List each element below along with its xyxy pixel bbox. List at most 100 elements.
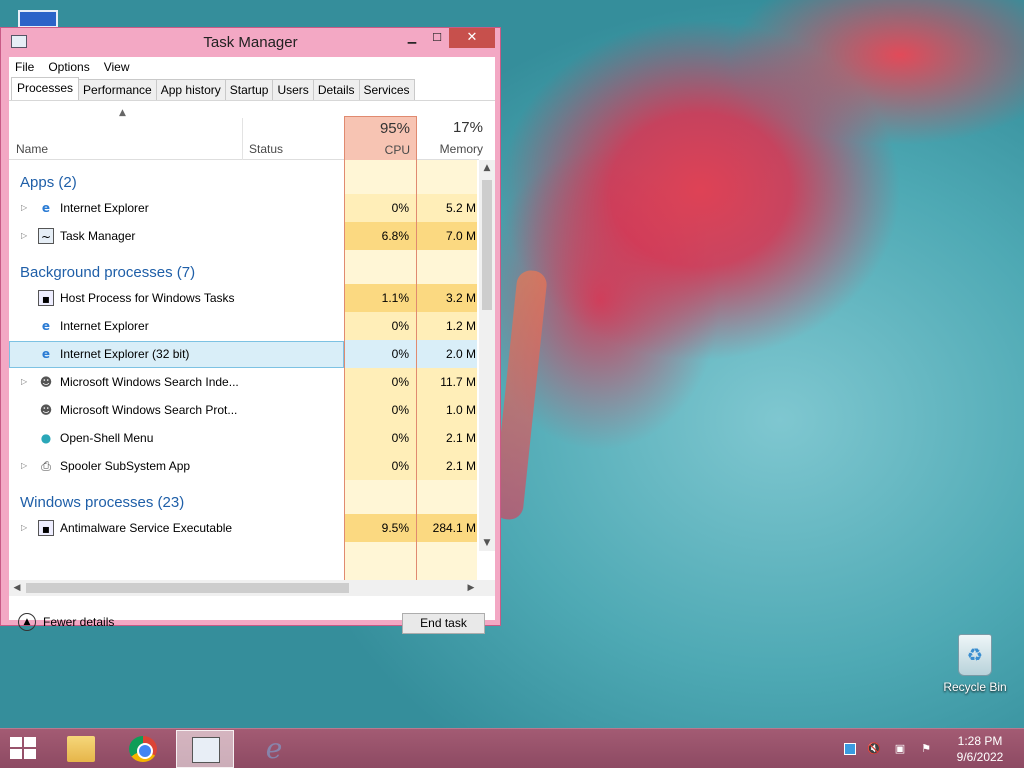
window-icon: ▪: [38, 520, 54, 536]
maximize-button[interactable]: ☐: [423, 28, 451, 48]
task-manager-window: Task Manager ▁ ☐ ✕ File Options View Pro…: [0, 27, 501, 634]
vertical-scrollbar[interactable]: ▲ ▼: [479, 160, 495, 551]
tab-users[interactable]: Users: [272, 79, 314, 100]
start-button[interactable]: [10, 737, 38, 761]
column-status[interactable]: Status: [249, 142, 283, 156]
process-name: Internet Explorer: [60, 201, 149, 215]
group-header-apps[interactable]: Apps (2): [9, 160, 479, 194]
process-cpu: 0%: [344, 312, 417, 340]
table-row[interactable]: ☻ Microsoft Windows Search Prot... 0% 1.…: [9, 396, 479, 424]
column-name[interactable]: Name: [16, 142, 48, 156]
taskbar: e 🔇 ▣ ⚑ 1:28 PM 9/6/2022: [0, 728, 1024, 768]
recycle-bin-desktop-icon[interactable]: Recycle Bin: [940, 630, 1010, 700]
process-grid: ▲ Name Status 95% CPU 17% Memory Apps (2…: [9, 104, 495, 580]
scroll-up-icon[interactable]: ▲: [479, 160, 495, 176]
process-name: Antimalware Service Executable: [60, 521, 233, 535]
menu-view[interactable]: View: [104, 60, 130, 74]
process-memory: 2.0 M: [417, 340, 477, 368]
user-icon: ☻: [39, 375, 53, 389]
expand-icon[interactable]: ▷: [21, 461, 27, 470]
process-cpu: 1.1%: [344, 284, 417, 312]
vertical-scroll-thumb[interactable]: [482, 180, 492, 310]
process-cpu: 0%: [344, 396, 417, 424]
ie-icon: e: [41, 347, 51, 361]
title-bar[interactable]: Task Manager ▁ ☐ ✕: [1, 28, 500, 56]
table-row[interactable]: ▷ ⎙ Spooler SubSystem App 0% 2.1 M: [9, 452, 479, 480]
network-icon[interactable]: ▣: [892, 741, 908, 757]
expand-icon[interactable]: ▷: [21, 231, 27, 240]
close-button[interactable]: ✕: [449, 28, 495, 48]
clock-date: 9/6/2022: [956, 750, 1004, 764]
menu-file[interactable]: File: [15, 60, 34, 74]
process-memory: 2.1 M: [417, 424, 477, 452]
cpu-total-percent: 95%: [379, 120, 410, 137]
expand-icon[interactable]: ▷: [21, 377, 27, 386]
tab-startup[interactable]: Startup: [224, 79, 274, 100]
process-memory: 1.2 M: [417, 312, 477, 340]
table-row[interactable]: ▷ e Internet Explorer 0% 5.2 M: [9, 194, 479, 222]
taskbar-file-explorer[interactable]: [52, 730, 110, 768]
tab-bar: Processes Performance App history Startu…: [9, 77, 495, 101]
printer-icon: ⎙: [41, 459, 51, 473]
shell-icon: ●: [40, 431, 52, 445]
process-name: Spooler SubSystem App: [60, 459, 191, 473]
folder-icon: [67, 736, 95, 762]
this-pc-desktop-icon[interactable]: [14, 6, 62, 28]
chevron-up-icon: ▲: [18, 613, 36, 631]
tab-processes[interactable]: Processes: [11, 77, 80, 100]
process-memory: 5.2 M: [417, 194, 477, 222]
minimize-button[interactable]: ▁: [398, 28, 426, 48]
volume-muted-icon[interactable]: 🔇: [866, 741, 882, 757]
tab-app-history[interactable]: App history: [155, 79, 226, 100]
tab-details[interactable]: Details: [312, 79, 360, 100]
column-cpu[interactable]: 95% CPU: [344, 116, 417, 160]
group-label: Windows processes (23): [20, 494, 185, 511]
group-header-background[interactable]: Background processes (7): [9, 250, 479, 284]
menu-options[interactable]: Options: [48, 60, 89, 74]
process-name: Microsoft Windows Search Prot...: [60, 403, 238, 417]
table-row[interactable]: ▪ Host Process for Windows Tasks 1.1% 3.…: [9, 284, 479, 312]
table-row[interactable]: ● Open-Shell Menu 0% 2.1 M: [9, 424, 479, 452]
flag-alert-icon[interactable]: ⚑: [918, 741, 934, 757]
scroll-right-icon[interactable]: ▶: [463, 580, 479, 596]
memory-column-label: Memory: [439, 142, 483, 156]
process-cpu: 9.5%: [344, 514, 417, 542]
scroll-down-icon[interactable]: ▼: [479, 535, 495, 551]
expand-icon[interactable]: ▷: [21, 203, 27, 212]
table-row[interactable]: e Internet Explorer 0% 1.2 M: [9, 312, 479, 340]
column-header-row: ▲ Name Status 95% CPU 17% Memory: [9, 104, 483, 160]
fewer-details-button[interactable]: ▲ Fewer details: [18, 613, 114, 631]
tab-performance[interactable]: Performance: [78, 79, 157, 100]
user-icon: ☻: [39, 403, 53, 417]
table-row[interactable]: ▷ ▪ Antimalware Service Executable 9.5% …: [9, 514, 479, 542]
group-label: Background processes (7): [20, 264, 196, 281]
column-memory[interactable]: 17% Memory: [417, 116, 485, 160]
horizontal-scroll-thumb[interactable]: [26, 583, 349, 593]
process-cpu: 0%: [344, 340, 417, 368]
horizontal-scrollbar[interactable]: ◀ ▶: [9, 580, 479, 596]
task-manager-icon: ~: [38, 228, 54, 244]
menu-bar: File Options View: [9, 57, 495, 77]
table-row-selected[interactable]: e Internet Explorer (32 bit) 0% 2.0 M: [9, 340, 479, 368]
table-row[interactable]: ▷ ☻ Microsoft Windows Search Inde... 0% …: [9, 368, 479, 396]
group-header-windows[interactable]: Windows processes (23): [9, 480, 479, 514]
tab-services[interactable]: Services: [358, 79, 415, 100]
table-row[interactable]: ▷ ~ Task Manager 6.8% 7.0 M: [9, 222, 479, 250]
scroll-left-icon[interactable]: ◀: [9, 580, 25, 596]
taskbar-internet-explorer[interactable]: e: [245, 730, 303, 768]
memory-total-percent: 17%: [452, 119, 483, 136]
process-memory: 2.1 M: [417, 452, 477, 480]
process-memory: 3.2 M: [417, 284, 477, 312]
expand-icon[interactable]: ▷: [21, 523, 27, 532]
chrome-icon: [129, 736, 157, 762]
client-area: File Options View Processes Performance …: [9, 57, 495, 634]
action-center-icon[interactable]: [844, 743, 856, 755]
clock[interactable]: 1:28 PM 9/6/2022: [940, 733, 1020, 765]
end-task-button[interactable]: End task: [402, 613, 485, 634]
taskbar-task-manager[interactable]: [176, 730, 234, 768]
ie-icon: e: [265, 732, 283, 765]
recycle-bin-label: Recycle Bin: [943, 680, 1007, 694]
taskbar-chrome[interactable]: [114, 730, 172, 768]
sort-ascending-icon: ▲: [119, 108, 126, 118]
process-cpu: 6.8%: [344, 222, 417, 250]
